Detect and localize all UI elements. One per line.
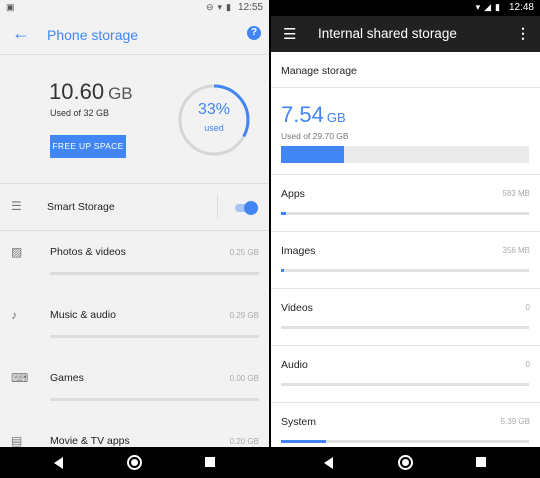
category-label: Videos [281, 302, 313, 314]
status-icons: ▾ ◢ ▮ [476, 2, 500, 13]
usage-ring [178, 84, 250, 156]
nav-back-icon[interactable] [324, 457, 333, 469]
category-label: Photos & videos [50, 246, 126, 258]
category-size: 583 MB [502, 189, 530, 198]
more-options-icon[interactable]: ⋮ [516, 25, 530, 42]
nav-home-icon[interactable] [127, 455, 142, 470]
nav-home-icon[interactable] [398, 455, 413, 470]
usage-percent: 33% [197, 101, 231, 118]
gamepad-icon: ⌨ [11, 371, 29, 385]
movie-icon: ▤ [11, 434, 23, 447]
status-bar: ▾ ◢ ▮ 12:48 [271, 0, 540, 16]
category-size: 0.00 GB [229, 374, 259, 383]
used-amount: 7.54 GB [281, 102, 346, 128]
app-bar: ← Phone storage ? [0, 16, 269, 55]
usage-percent-label: used [204, 123, 224, 133]
category-row-apps[interactable]: Apps 583 MB [271, 175, 540, 232]
wifi-icon: ▾ [475, 2, 481, 12]
help-icon[interactable]: ? [247, 26, 261, 40]
battery-icon: ▮ [226, 2, 231, 12]
category-bar [281, 383, 529, 386]
category-row-audio[interactable]: Audio 0 [271, 346, 540, 403]
category-size: 0.29 GB [229, 311, 259, 320]
used-of-total: Used of 32 GB [50, 108, 110, 118]
category-size: 0.25 GB [229, 248, 259, 257]
usage-bar [281, 146, 529, 163]
internal-storage-screen: ▾ ◢ ▮ 12:48 ☰ Internal shared storage ⋮ … [271, 0, 540, 447]
status-time: 12:48 [508, 2, 534, 13]
menu-icon[interactable]: ☰ [283, 25, 296, 43]
nav-back-icon[interactable] [54, 457, 63, 469]
navigation-bar [0, 447, 269, 478]
category-bar [281, 440, 529, 443]
usage-bar-fill [281, 146, 344, 163]
category-label: Music & audio [50, 309, 116, 321]
signal-icon: ◢ [484, 2, 492, 12]
smart-storage-label: Smart Storage [47, 201, 115, 213]
category-bar [281, 326, 529, 329]
phone-storage-screen: ▣ ⊖ ▾ ▮ 12:55 ← Phone storage ? 10.60 GB … [0, 0, 269, 447]
category-label: Apps [281, 188, 305, 200]
free-up-space-button[interactable]: FREE UP SPACE [50, 135, 126, 158]
category-row-videos[interactable]: Videos 0 [271, 289, 540, 346]
category-bar [50, 272, 259, 275]
page-title: Phone storage [47, 27, 139, 43]
category-row-system[interactable]: System 5.39 GB [271, 403, 540, 447]
status-bar: ▣ ⊖ ▾ ▮ 12:55 [0, 0, 269, 16]
manage-storage-row[interactable]: Manage storage [271, 52, 540, 88]
used-amount: 10.60 GB [49, 79, 133, 105]
toggle-knob[interactable] [244, 201, 258, 215]
category-size: 0 [525, 303, 530, 312]
category-bar-fill [281, 212, 286, 215]
dnd-icon: ⊖ [205, 2, 214, 12]
back-arrow-icon[interactable]: ← [12, 23, 30, 44]
category-bar [50, 335, 259, 338]
storage-summary: 7.54 GB Used of 29.70 GB [271, 88, 540, 175]
page-title: Internal shared storage [318, 26, 457, 41]
wifi-icon: ▾ [217, 2, 223, 12]
category-bar-fill [281, 440, 326, 443]
category-label: Audio [281, 359, 308, 371]
used-value: 10.60 [49, 79, 105, 104]
photo-icon: ▨ [11, 245, 23, 259]
category-row-photos[interactable]: ▨ Photos & videos 0.25 GB [0, 231, 269, 294]
used-unit: GB [326, 110, 346, 125]
divider [217, 194, 218, 219]
category-label: Movie & TV apps [50, 435, 130, 447]
category-row-images[interactable]: Images 356 MB [271, 232, 540, 289]
category-bar [281, 269, 529, 272]
category-row-music[interactable]: ♪ Music & audio 0.29 GB [0, 294, 269, 357]
category-bar [50, 398, 259, 401]
category-size: 0.20 GB [229, 437, 259, 446]
used-unit: GB [108, 84, 133, 103]
category-label: Images [281, 245, 316, 257]
status-icons: ⊖ ▾ ▮ [206, 2, 231, 13]
storage-summary: 10.60 GB Used of 32 GB FREE UP SPACE 33% … [0, 55, 269, 184]
category-bar-fill [281, 269, 284, 272]
manage-storage-label: Manage storage [281, 65, 357, 77]
battery-icon: ▮ [495, 2, 500, 12]
navigation-bar [271, 447, 540, 478]
status-time: 12:55 [237, 2, 263, 13]
music-note-icon: ♪ [11, 308, 17, 322]
category-size: 356 MB [502, 246, 530, 255]
category-row-movies[interactable]: ▤ Movie & TV apps 0.20 GB [0, 420, 269, 447]
app-bar: ☰ Internal shared storage ⋮ [271, 16, 540, 52]
nav-recents-icon[interactable] [476, 457, 486, 467]
category-row-games[interactable]: ⌨ Games 0.00 GB [0, 357, 269, 420]
category-label: System [281, 416, 317, 428]
smart-storage-row[interactable]: ☰ Smart Storage [0, 184, 269, 231]
used-value: 7.54 [281, 102, 324, 127]
used-of-total: Used of 29.70 GB [281, 131, 349, 141]
category-label: Games [50, 372, 84, 384]
category-bar [281, 212, 529, 215]
category-size: 0 [525, 360, 530, 369]
nav-recents-icon[interactable] [205, 457, 215, 467]
screenshot-notification-icon: ▣ [6, 2, 15, 12]
list-icon: ☰ [11, 199, 22, 213]
category-size: 5.39 GB [500, 417, 530, 426]
